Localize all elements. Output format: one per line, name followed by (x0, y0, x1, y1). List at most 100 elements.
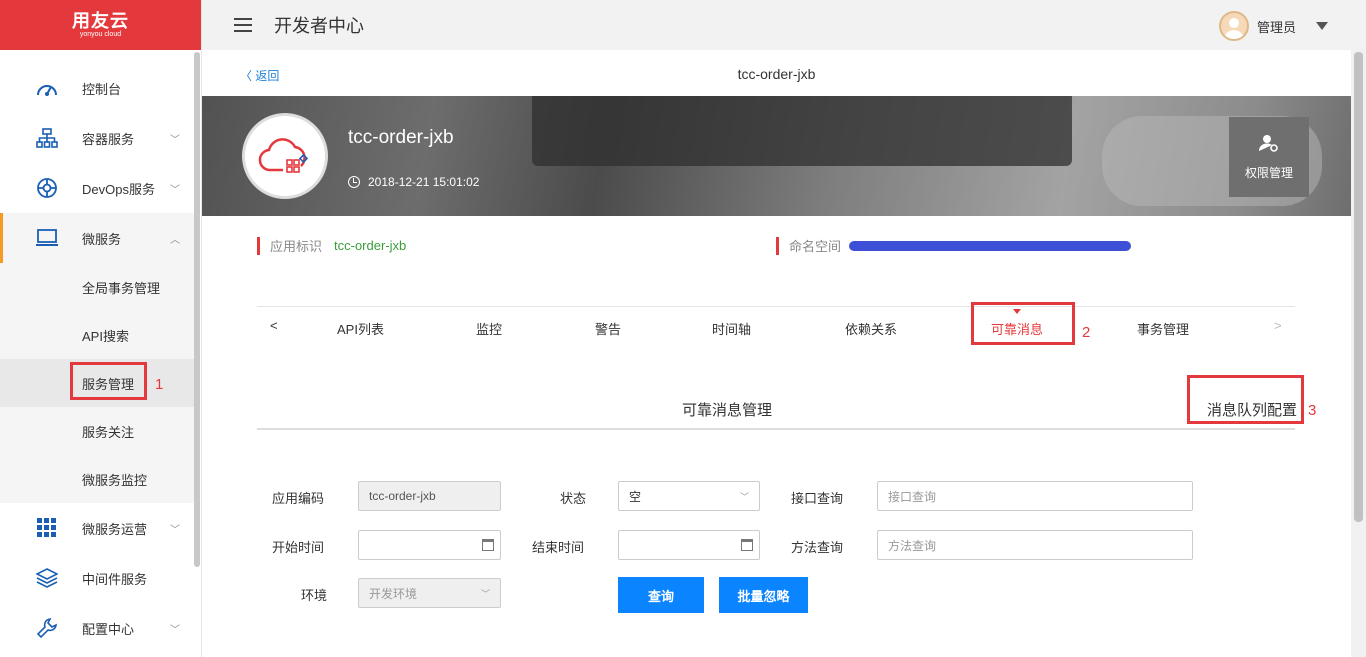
sidebar-item-middleware[interactable]: 中间件服务 (0, 553, 194, 603)
back-link[interactable]: 〈 返回 (240, 67, 279, 84)
env-value: 开发环境 (369, 586, 418, 601)
page-title: tcc-order-jxb (737, 66, 816, 82)
api-query-placeholder: 接口查询 (888, 489, 937, 504)
banner-background (532, 96, 1072, 166)
app-banner: tcc-order-jxb 2018-12-21 15:01:02 权限管理 (202, 96, 1351, 216)
sidebar-item-container[interactable]: 容器服务 ﹀ (0, 113, 194, 163)
info-marker (776, 236, 779, 255)
section-header: 可靠消息管理 消息队列配置 (257, 382, 1297, 430)
sidebar-scrollbar[interactable] (194, 52, 200, 567)
app-code-field: tcc-order-jxb (358, 481, 501, 511)
end-time-input[interactable] (618, 530, 760, 560)
sidebar-item-label: 微服务 (82, 231, 122, 247)
caret-down-icon (1316, 22, 1328, 30)
chevron-down-icon: ﹀ (170, 185, 180, 196)
main-content: tcc-order-jxb 〈 返回 tcc-order-jxb 2018-12… (202, 50, 1351, 657)
permission-label: 权限管理 (1244, 165, 1293, 180)
env-label: 环境 (301, 588, 328, 603)
sidebar-item-label: 控制台 (82, 81, 122, 97)
tab-prev-button[interactable]: < (270, 318, 278, 333)
brand-name: 用友云 (72, 10, 129, 31)
status-select[interactable]: 空 ﹀ (618, 481, 760, 511)
sidebar-item-microservice[interactable]: 微服务 ︿ (0, 213, 194, 263)
calendar-icon[interactable] (482, 539, 494, 551)
app-logo (242, 113, 328, 199)
annotation-box-2 (971, 302, 1075, 345)
method-query-label: 方法查询 (791, 540, 844, 555)
grid-icon (33, 514, 61, 542)
method-query-placeholder: 方法查询 (888, 538, 937, 553)
query-button[interactable]: 查询 (618, 577, 704, 613)
app-code-value: tcc-order-jxb (369, 489, 436, 503)
cloud-app-icon (258, 138, 309, 173)
tab-timeline[interactable]: 时间轴 (712, 319, 751, 338)
chevron-down-icon: ﹀ (170, 525, 180, 536)
status-value: 空 (629, 489, 642, 504)
top-bar: 开发者中心 管理员 (202, 0, 1366, 50)
annotation-number-2: 2 (1082, 324, 1091, 341)
annotation-number-3: 3 (1308, 402, 1317, 419)
sidebar-item-devops[interactable]: DevOps服务 ﹀ (0, 163, 194, 213)
chevron-up-icon: ︿ (170, 235, 180, 246)
brand-sub: yonyou cloud (79, 30, 122, 38)
tab-next-button[interactable]: > (1274, 318, 1282, 333)
namespace-info: 命名空间 (776, 236, 1132, 255)
sidebar-item-console[interactable]: 控制台 (0, 63, 194, 113)
sidebar-sub-service-monitor[interactable]: 微服务监控 (0, 455, 194, 503)
tab-transaction[interactable]: 事务管理 (1137, 319, 1189, 338)
sidebar-item-label: 微服务运营 (82, 521, 148, 537)
user-menu[interactable]: 管理员 (1218, 11, 1328, 41)
top-title: 开发者中心 (274, 16, 364, 36)
user-gear-icon (1259, 134, 1278, 152)
brand-logo[interactable]: 用友云 yonyou cloud (0, 0, 201, 50)
status-label: 状态 (560, 491, 587, 506)
layers-icon (33, 564, 61, 592)
laptop-icon (33, 224, 61, 252)
calendar-icon[interactable] (741, 539, 753, 551)
wrench-icon (33, 614, 61, 642)
batch-ignore-button[interactable]: 批量忽略 (719, 577, 808, 613)
start-time-input[interactable] (358, 530, 501, 560)
annotation-box-1 (70, 362, 147, 400)
chevron-down-icon: ﹀ (170, 625, 180, 636)
app-name: tcc-order-jxb (348, 127, 454, 148)
sidebar-item-label: 容器服务 (82, 131, 135, 147)
sidebar-item-ms-operation[interactable]: 微服务运营 ﹀ (0, 503, 194, 553)
api-query-input[interactable]: 接口查询 (877, 481, 1193, 511)
section-title: 可靠消息管理 (681, 402, 772, 419)
sidebar: 用友云 yonyou cloud 控制台 容器服务 ﹀ DevOps服务 ﹀ 微… (0, 0, 202, 657)
sidebar-sub-api-search[interactable]: API搜索 (0, 311, 194, 359)
app-id-value: tcc-order-jxb (334, 238, 407, 253)
sidebar-item-config[interactable]: 配置中心 ﹀ (0, 603, 194, 653)
main-scrollbar[interactable] (1351, 50, 1366, 657)
end-time-label: 结束时间 (532, 540, 585, 555)
tab-alert[interactable]: 警告 (595, 319, 621, 338)
chevron-down-icon: ﹀ (170, 135, 180, 146)
api-query-label: 接口查询 (791, 491, 844, 506)
method-query-input[interactable]: 方法查询 (877, 530, 1193, 560)
sidebar-menu: 控制台 容器服务 ﹀ DevOps服务 ﹀ 微服务 ︿ 全局事务管理 API搜索 (0, 63, 194, 653)
tab-monitor[interactable]: 监控 (476, 319, 502, 338)
dashboard-icon (33, 74, 61, 102)
start-time-label: 开始时间 (272, 540, 325, 555)
back-label: 返回 (255, 69, 280, 83)
sidebar-item-label: 中间件服务 (82, 571, 148, 587)
main-scrollbar-thumb[interactable] (1354, 52, 1363, 522)
app-id-label: 应用标识 (270, 239, 323, 254)
info-marker (257, 236, 260, 255)
menu-toggle-icon[interactable] (234, 18, 252, 32)
tab-dependency[interactable]: 依赖关系 (845, 319, 897, 338)
annotation-box-3 (1187, 375, 1304, 424)
permission-button[interactable]: 权限管理 (1229, 117, 1309, 197)
tab-bar: < API列表 监控 警告 时间轴 依赖关系 可靠消息 事务管理 > (257, 306, 1295, 346)
sidebar-sub-service-follow[interactable]: 服务关注 (0, 407, 194, 455)
chevron-left-icon: 〈 (240, 69, 253, 83)
tab-api-list[interactable]: API列表 (337, 319, 384, 338)
annotation-number-1: 1 (155, 376, 164, 393)
app-id-info: 应用标识 tcc-order-jxb (257, 236, 406, 255)
chevron-down-icon: ﹀ (480, 589, 490, 599)
namespace-value-redacted (849, 240, 1132, 251)
sidebar-sub-global-transaction[interactable]: 全局事务管理 (0, 263, 194, 311)
sidebar-item-label: DevOps服务 (82, 181, 155, 197)
sidebar-item-label: 配置中心 (82, 621, 135, 637)
